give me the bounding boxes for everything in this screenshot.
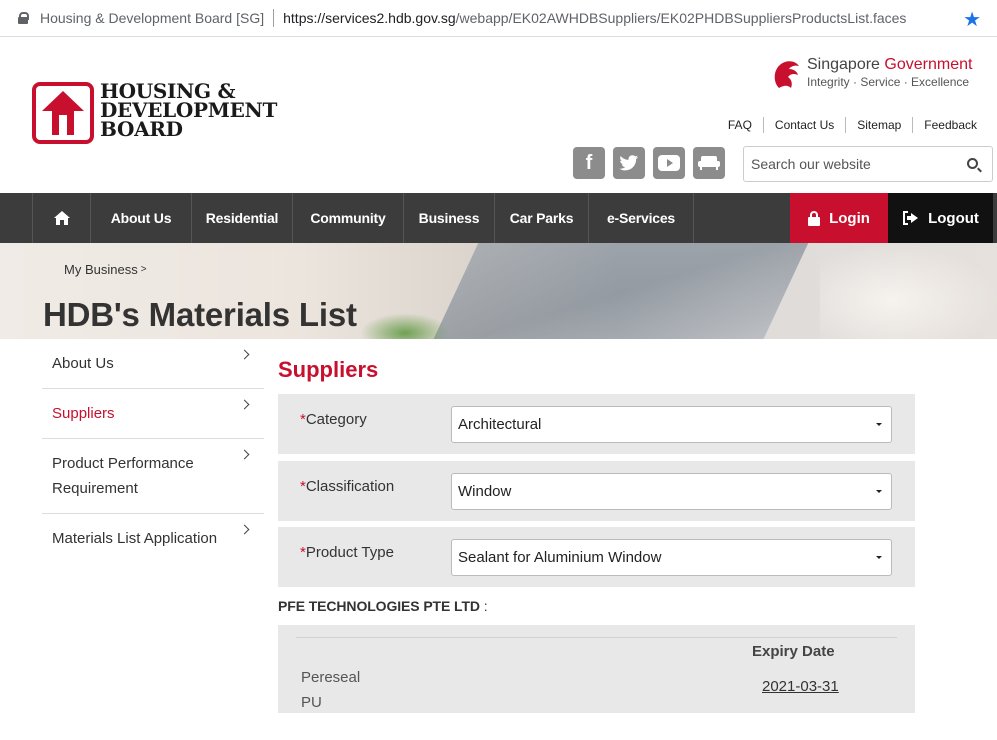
nav-items: About Us Residential Community Business … xyxy=(32,193,694,243)
sidebar-item-label: About Us xyxy=(52,355,114,372)
sidebar-menu: About Us Suppliers Product Performance R… xyxy=(42,339,264,564)
breadcrumb-my-business[interactable]: My Business xyxy=(64,262,138,277)
logout-label: Logout xyxy=(928,209,979,227)
classification-label-text: Classification xyxy=(305,478,395,495)
home-icon xyxy=(53,211,70,225)
category-label: *Category xyxy=(300,411,367,428)
search-input[interactable] xyxy=(744,147,944,181)
sidebar-item-suppliers[interactable]: Suppliers xyxy=(42,389,264,439)
url-path: /webapp/EK02AWHDBSuppliers/EK02PHDBSuppl… xyxy=(455,10,907,26)
product-type-label-text: Product Type xyxy=(305,544,394,561)
contact-us-link[interactable]: Contact Us xyxy=(762,117,845,133)
sg-gov-title: Singapore Government xyxy=(807,56,972,74)
nav-community[interactable]: Community xyxy=(293,193,404,243)
chevron-right-icon xyxy=(239,449,250,460)
singapore-government-logo[interactable]: Singapore Government Integrity · Service… xyxy=(771,56,986,96)
sofa-icon[interactable] xyxy=(693,147,725,179)
category-select-value: Architectural xyxy=(458,416,542,433)
classification-label: *Classification xyxy=(300,478,394,495)
expiry-date-link[interactable]: 2021-03-31 xyxy=(762,678,839,695)
hdb-house-icon xyxy=(32,82,94,144)
product-type-select-value: Sealant for Aluminium Window xyxy=(458,549,662,566)
nav-e-services[interactable]: e-Services xyxy=(589,193,694,243)
address-separator xyxy=(273,9,275,27)
site-search xyxy=(743,146,993,182)
sg-gov-tagline: Integrity · Service · Excellence xyxy=(807,75,970,89)
sidebar-item-label: Product Performance Requirement xyxy=(52,455,194,497)
nav-business[interactable]: Business xyxy=(404,193,495,243)
classification-row: *Classification Window xyxy=(278,461,915,521)
nav-about-us[interactable]: About Us xyxy=(91,193,192,243)
merlion-icon xyxy=(774,61,799,88)
facebook-icon[interactable]: f xyxy=(573,147,605,179)
dropdown-caret-icon xyxy=(876,556,882,559)
banner-plant-image xyxy=(360,313,450,339)
category-label-text: Category xyxy=(305,411,367,428)
sidebar-item-about-us[interactable]: About Us xyxy=(42,339,264,389)
padlock-icon xyxy=(808,210,821,226)
section-heading: Suppliers xyxy=(278,357,379,382)
login-button[interactable]: Login xyxy=(790,193,888,243)
logout-button[interactable]: Logout xyxy=(888,193,993,243)
youtube-icon[interactable] xyxy=(653,147,685,179)
logo-line-3: BOARD xyxy=(100,117,183,141)
company-name: PFE TECHNOLOGIES PTE LTD : xyxy=(278,598,488,614)
product-name: Pereseal PU xyxy=(301,669,361,711)
browser-address-bar[interactable]: Housing & Development Board [SG] https:/… xyxy=(0,0,997,37)
table-divider xyxy=(296,637,897,638)
banner-background xyxy=(820,243,997,339)
sitemap-link[interactable]: Sitemap xyxy=(845,117,912,133)
nav-residential[interactable]: Residential xyxy=(192,193,293,243)
sidebar-item-product-performance[interactable]: Product Performance Requirement xyxy=(42,439,264,514)
feedback-link[interactable]: Feedback xyxy=(912,117,988,133)
nav-car-parks[interactable]: Car Parks xyxy=(495,193,589,243)
breadcrumb-separator-icon: > xyxy=(140,264,147,275)
faq-link[interactable]: FAQ xyxy=(717,117,763,133)
product-type-select[interactable]: Sealant for Aluminium Window xyxy=(451,539,892,576)
sg-gov-title-part2: Government xyxy=(884,56,973,73)
nav-home[interactable] xyxy=(33,193,91,243)
product-type-label: *Product Type xyxy=(300,544,394,561)
company-name-text: PFE TECHNOLOGIES PTE LTD xyxy=(278,598,480,614)
product-table: Expiry Date Pereseal PU 2021-03-31 xyxy=(278,625,915,713)
chevron-right-icon xyxy=(239,524,250,535)
logout-icon xyxy=(903,211,919,225)
url-text[interactable]: https://services2.hdb.gov.sg/webapp/EK02… xyxy=(283,10,906,26)
dropdown-caret-icon xyxy=(876,490,882,493)
site-identity-label: Housing & Development Board [SG] xyxy=(40,10,265,26)
product-type-row: *Product Type Sealant for Aluminium Wind… xyxy=(278,527,915,587)
category-select[interactable]: Architectural xyxy=(451,406,892,443)
main-navigation: About Us Residential Community Business … xyxy=(0,193,997,243)
breadcrumb: My Business > xyxy=(64,262,147,277)
page-title: HDB's Materials List xyxy=(43,296,357,333)
expiry-date-header: Expiry Date xyxy=(752,643,835,660)
category-row: *Category Architectural xyxy=(278,394,915,454)
dropdown-caret-icon xyxy=(876,423,882,426)
url-host: https://services2.hdb.gov.sg xyxy=(283,10,456,26)
twitter-icon[interactable] xyxy=(613,147,645,179)
sidebar-item-materials-list-application[interactable]: Materials List Application xyxy=(42,514,264,564)
chevron-right-icon xyxy=(239,349,250,360)
login-label: Login xyxy=(829,209,870,227)
lock-icon xyxy=(18,12,29,24)
sidebar-item-label: Materials List Application xyxy=(52,530,218,547)
sg-gov-title-part1: Singapore xyxy=(807,56,885,73)
hdb-logo[interactable]: HOUSING & DEVELOPMENT BOARD xyxy=(32,80,287,146)
hdb-logo-text: HOUSING & DEVELOPMENT BOARD xyxy=(100,81,277,141)
classification-select[interactable]: Window xyxy=(451,473,892,510)
social-links: f xyxy=(573,147,725,179)
utility-links: FAQ Contact Us Sitemap Feedback xyxy=(717,117,988,133)
search-icon[interactable] xyxy=(967,158,978,169)
chevron-right-icon xyxy=(239,399,250,410)
bookmark-star-icon[interactable]: ★ xyxy=(963,7,981,32)
company-name-suffix: : xyxy=(479,598,488,614)
classification-select-value: Window xyxy=(458,483,512,500)
sidebar-item-label: Suppliers xyxy=(52,405,115,422)
banner-laptop-image xyxy=(422,243,818,339)
